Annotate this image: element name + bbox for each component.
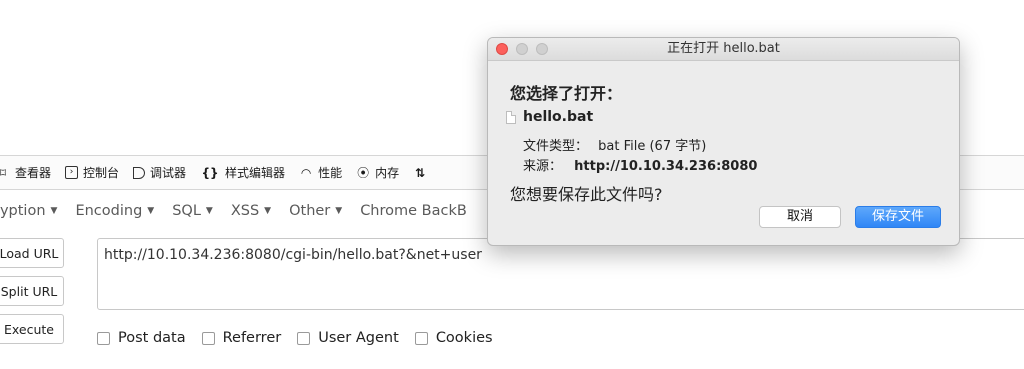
menu-sql[interactable]: SQL ▼ — [172, 203, 213, 219]
menu-other[interactable]: Other ▼ — [289, 203, 342, 219]
tab-memory[interactable]: ⦿ 内存 — [356, 164, 399, 181]
performance-icon: ◠ — [300, 165, 312, 180]
window-controls — [496, 43, 556, 55]
cookies-checkbox[interactable]: Cookies — [414, 330, 493, 346]
checkbox-box[interactable] — [297, 331, 311, 345]
chevron-down-icon: ▼ — [205, 206, 213, 216]
file-type-label: 文件类型： — [523, 139, 589, 154]
url-textarea[interactable]: http://10.10.34.236:8080/cgi-bin/hello.b… — [97, 238, 1024, 310]
tab-label: 控制台 — [83, 166, 120, 180]
file-icon — [506, 111, 516, 124]
tab-performance[interactable]: ◠ 性能 — [299, 164, 342, 181]
file-type-value: bat File (67 字节) — [598, 139, 707, 154]
menu-encoding[interactable]: Encoding ▼ — [75, 203, 154, 219]
checkbox-box[interactable] — [97, 331, 110, 345]
execute-button[interactable]: Execute — [0, 314, 64, 344]
tab-label: 性能 — [318, 166, 343, 180]
chevron-down-icon: ▼ — [335, 206, 343, 216]
style-editor-icon: {} — [201, 165, 219, 180]
post-data-checkbox[interactable]: Post data — [97, 330, 186, 346]
dialog-title: 正在打开 hello.bat — [667, 41, 780, 56]
file-name: hello.bat — [523, 109, 594, 125]
tab-style-editor[interactable]: {} 样式编辑器 — [200, 164, 286, 181]
chevron-down-icon: ▼ — [50, 206, 58, 216]
menu-xss[interactable]: XSS ▼ — [231, 203, 271, 219]
menu-chrome-backbone[interactable]: Chrome BackB — [360, 203, 467, 219]
download-dialog: 正在打开 hello.bat 您选择了打开： hello.bat 文件类型： b… — [487, 37, 960, 246]
tab-label: 调试器 — [150, 166, 187, 180]
chevron-down-icon: ▼ — [147, 206, 155, 216]
file-type-row: 文件类型： bat File (67 字节) — [523, 135, 706, 154]
debugger-icon — [133, 166, 146, 179]
menu-encryption[interactable]: ryption▼ — [0, 203, 57, 219]
network-icon: ⇅ — [415, 165, 426, 180]
source-value: http://10.10.34.236:8080 — [574, 159, 758, 174]
inspector-icon: ⌑ — [0, 165, 7, 180]
minimize-icon[interactable] — [516, 43, 528, 55]
checkbox-box[interactable] — [201, 331, 215, 345]
source-label: 来源： — [523, 159, 563, 174]
cancel-button[interactable]: 取消 — [759, 206, 841, 228]
save-file-button[interactable]: 保存文件 — [855, 206, 941, 228]
source-row: 来源： http://10.10.34.236:8080 — [523, 155, 757, 174]
chevron-down-icon: ▼ — [264, 206, 272, 216]
dialog-heading: 您选择了打开： — [510, 84, 623, 103]
dialog-titlebar: 正在打开 hello.bat — [488, 38, 959, 61]
close-icon[interactable] — [496, 43, 508, 55]
console-icon: › — [65, 166, 79, 179]
referrer-checkbox[interactable]: Referrer — [201, 330, 281, 346]
checkbox-box[interactable] — [414, 331, 428, 345]
split-url-button[interactable]: Split URL — [0, 276, 64, 306]
save-question: 您想要保存此文件吗? — [510, 185, 663, 204]
user-agent-checkbox[interactable]: User Agent — [297, 330, 399, 346]
zoom-icon[interactable] — [536, 43, 548, 55]
tab-label: 查看器 — [15, 166, 52, 180]
load-url-button[interactable]: Load URL — [0, 238, 64, 268]
memory-icon: ⦿ — [357, 165, 370, 180]
tab-console[interactable]: › 控制台 — [65, 164, 119, 181]
tab-network[interactable]: ⇅ — [413, 166, 432, 180]
request-options: Post data Referrer User Agent Cookies — [97, 330, 509, 346]
tab-inspector[interactable]: ⌑ 查看器 — [0, 164, 51, 181]
tab-label: 内存 — [375, 166, 400, 180]
tab-label: 样式编辑器 — [225, 166, 286, 180]
tab-debugger[interactable]: 调试器 — [133, 164, 186, 181]
